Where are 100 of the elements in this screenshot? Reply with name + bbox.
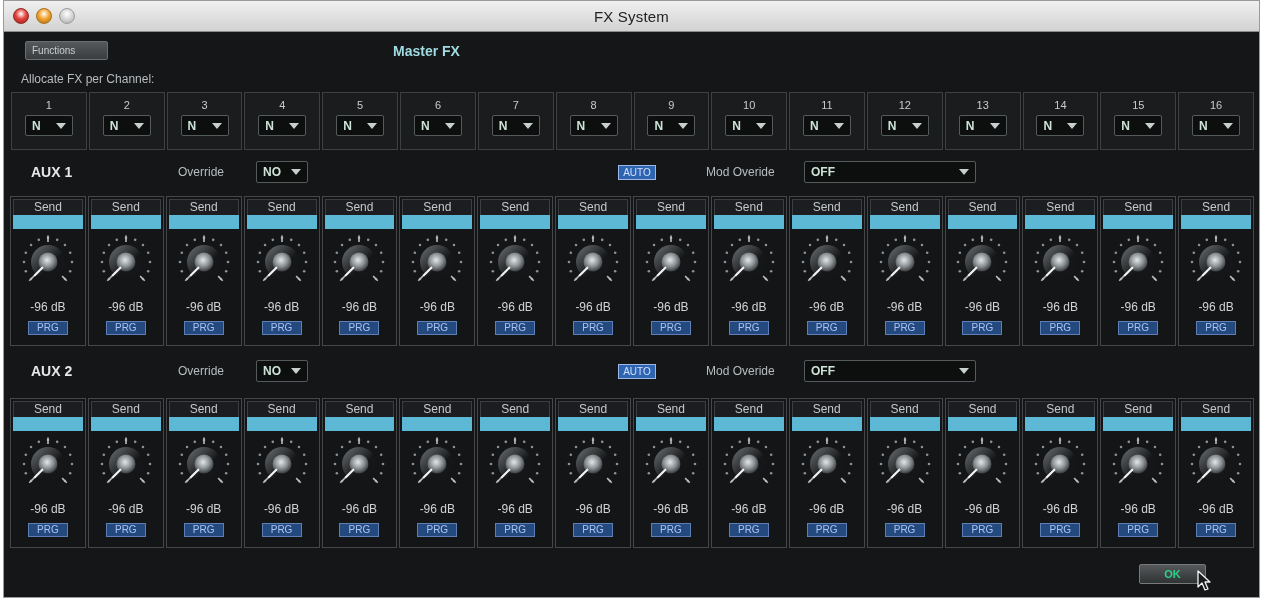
send-level-reading: -96 dB <box>1120 502 1156 516</box>
override-select[interactable]: NO <box>256 161 308 183</box>
channel-number: 1 <box>45 98 52 112</box>
prg-button[interactable]: PRG <box>1118 321 1159 335</box>
channel-select[interactable]: N <box>958 115 1007 136</box>
aux-name: AUX 2 <box>31 363 74 379</box>
functions-button[interactable]: Functions <box>25 41 108 60</box>
channel-number: 3 <box>201 98 208 112</box>
prg-button[interactable]: PRG <box>806 321 847 335</box>
send-color-bar <box>168 215 239 229</box>
auto-button[interactable]: AUTO <box>618 164 656 180</box>
prg-button[interactable]: PRG <box>806 523 847 537</box>
channel-select[interactable]: N <box>413 115 462 136</box>
prg-button[interactable]: PRG <box>962 523 1003 537</box>
send-label: Send <box>1025 199 1096 215</box>
send-label: Send <box>480 401 551 417</box>
prg-button[interactable]: PRG <box>261 523 302 537</box>
channel-select[interactable]: N <box>1114 115 1163 136</box>
minimize-button[interactable] <box>36 8 52 24</box>
send-label: Send <box>791 401 862 417</box>
send-label: Send <box>90 199 161 215</box>
send-color-bar <box>947 215 1018 229</box>
channel-number: 5 <box>357 98 364 112</box>
send-level-reading: -96 dB <box>30 300 66 314</box>
prg-button[interactable]: PRG <box>650 523 691 537</box>
prg-button[interactable]: PRG <box>417 523 458 537</box>
auto-button[interactable]: AUTO <box>618 363 656 379</box>
aux-name: AUX 1 <box>31 164 74 180</box>
send-label: Send <box>246 199 317 215</box>
prg-button[interactable]: PRG <box>1040 321 1081 335</box>
prg-button[interactable]: PRG <box>884 321 925 335</box>
channel-number: 6 <box>434 98 442 112</box>
send-color-bar <box>713 417 784 431</box>
channel-select[interactable]: N <box>803 115 852 136</box>
prg-button[interactable]: PRG <box>728 321 769 335</box>
send-label: Send <box>636 401 706 417</box>
prg-button[interactable]: PRG <box>495 523 536 537</box>
mod-override-select[interactable]: OFF <box>804 161 976 183</box>
override-select[interactable]: NO <box>256 360 308 382</box>
channel-select[interactable]: N <box>725 115 774 136</box>
prg-button[interactable]: PRG <box>728 523 769 537</box>
channel-select[interactable]: N <box>1036 115 1085 136</box>
channel-select[interactable]: N <box>180 115 229 136</box>
prg-button[interactable]: PRG <box>27 321 68 335</box>
send-level-reading: -96 dB <box>964 300 1001 314</box>
send-level-reading: -96 dB <box>30 502 66 516</box>
send-label: Send <box>480 199 551 215</box>
send-label: Send <box>1103 199 1174 215</box>
prg-button[interactable]: PRG <box>573 321 614 335</box>
channel-select[interactable]: N <box>569 115 618 136</box>
send-level-reading: -96 dB <box>886 300 923 314</box>
prg-button[interactable]: PRG <box>417 321 458 335</box>
prg-button[interactable]: PRG <box>884 523 925 537</box>
caret-icon <box>55 122 66 129</box>
prg-button[interactable]: PRG <box>183 321 224 335</box>
send-label: Send <box>13 199 83 215</box>
send-level-reading: -96 dB <box>575 300 611 314</box>
send-level-reading: -96 dB <box>1198 300 1234 314</box>
prg-button[interactable]: PRG <box>573 523 614 537</box>
channel-select[interactable]: N <box>102 115 151 136</box>
prg-button[interactable]: PRG <box>1118 523 1159 537</box>
send-label: Send <box>791 199 862 215</box>
channel-select[interactable]: N <box>880 115 929 136</box>
send-level-reading: -96 dB <box>1120 300 1156 314</box>
prg-button[interactable]: PRG <box>962 321 1003 335</box>
prg-button[interactable]: PRG <box>339 523 380 537</box>
channel-select[interactable]: N <box>336 115 385 136</box>
send-color-bar <box>1025 215 1096 229</box>
prg-button[interactable]: PRG <box>339 321 380 335</box>
send-level-reading: -96 dB <box>964 502 1001 516</box>
send-label: Send <box>947 199 1018 215</box>
mod-override-select[interactable]: OFF <box>804 360 976 382</box>
send-color-bar <box>13 417 83 431</box>
prg-button[interactable]: PRG <box>105 523 146 537</box>
prg-button[interactable]: PRG <box>183 523 224 537</box>
prg-button[interactable]: PRG <box>1196 523 1237 537</box>
channel-select[interactable]: N <box>258 115 307 136</box>
ok-button[interactable]: OK <box>1139 564 1206 584</box>
prg-button[interactable]: PRG <box>261 321 302 335</box>
channel-select[interactable]: N <box>647 115 696 136</box>
channel-select[interactable]: N <box>24 115 73 136</box>
send-color-bar <box>713 215 784 229</box>
prg-button[interactable]: PRG <box>495 321 536 335</box>
channel-number: 11 <box>821 98 833 112</box>
prg-button[interactable]: PRG <box>27 523 68 537</box>
send-color-bar <box>1103 215 1174 229</box>
send-color-bar <box>246 215 317 229</box>
channel-select[interactable]: N <box>491 115 540 136</box>
prg-button[interactable]: PRG <box>1040 523 1081 537</box>
prg-button[interactable]: PRG <box>1196 321 1237 335</box>
prg-button[interactable]: PRG <box>650 321 691 335</box>
channel-select[interactable]: N <box>1192 115 1241 136</box>
prg-button[interactable]: PRG <box>105 321 146 335</box>
send-label: Send <box>402 199 473 215</box>
send-color-bar <box>869 215 940 229</box>
send-color-bar <box>480 417 551 431</box>
close-button[interactable] <box>13 8 29 24</box>
send-color-bar <box>869 417 940 431</box>
caret-icon <box>291 368 301 374</box>
send-label: Send <box>869 401 940 417</box>
